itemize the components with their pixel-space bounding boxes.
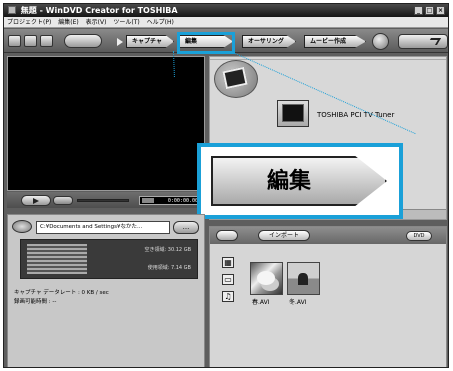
- capture-status: キャプチャ データレート : 0 KB / sec 録画可能時間 : --: [14, 289, 109, 307]
- audio-filter-icon[interactable]: ♫: [222, 291, 234, 302]
- zoom-callout: 編集: [197, 143, 403, 219]
- media-library: インポート DVD ▦ ▭ ♫ 春.AVI 冬.AVI: [209, 226, 447, 367]
- app-icon: [8, 6, 16, 14]
- menu-help[interactable]: ヘルプ(H): [147, 19, 174, 26]
- disc-burn-button[interactable]: [372, 33, 389, 50]
- free-space-text: 空き領域: 30.12 GB: [144, 247, 191, 253]
- tuner-device-icon[interactable]: [277, 100, 309, 127]
- menu-edit[interactable]: 編集(E): [58, 19, 78, 26]
- close-button[interactable]: ×: [436, 6, 445, 15]
- dvd-button[interactable]: DVD: [406, 231, 432, 241]
- maximize-button[interactable]: □: [425, 6, 434, 15]
- timecode-display: 0:00:00.00: [139, 196, 201, 205]
- capture-info-panel: C:¥Documents and Settings¥なかた... ... 空き領…: [7, 214, 205, 367]
- play-button[interactable]: [21, 195, 51, 206]
- media-name: 春.AVI: [252, 299, 270, 306]
- menu-tools[interactable]: ツール(T): [113, 19, 139, 26]
- menu-view[interactable]: 表示(V): [86, 19, 107, 26]
- image-filter-icon[interactable]: ▭: [222, 274, 234, 285]
- library-folder-button[interactable]: [216, 230, 238, 241]
- tv-icon: [222, 66, 248, 90]
- media-thumbnail[interactable]: [287, 262, 320, 295]
- zoomed-edit-button: 編集: [211, 156, 387, 206]
- player-controls: 0:00:00.00: [7, 192, 205, 208]
- minimize-button[interactable]: _: [414, 6, 423, 15]
- undo-redo-toggle[interactable]: [64, 34, 102, 48]
- video-filter-icon[interactable]: ▦: [222, 257, 234, 268]
- used-space-text: 使用領域: 7.14 GB: [147, 265, 191, 271]
- media-thumbnail[interactable]: [250, 262, 283, 295]
- recordable-time-text: 録画可能時間 : --: [14, 299, 57, 305]
- open-project-button[interactable]: [24, 35, 37, 47]
- media-name: 冬.AVI: [289, 299, 307, 306]
- disk-space-meter: 空き領域: 30.12 GB 使用領域: 7.14 GB: [20, 239, 198, 279]
- library-toolbar: インポート DVD: [210, 227, 446, 244]
- disk-icon: [12, 220, 32, 233]
- edit-button-highlight: [177, 32, 235, 54]
- play-icon: [33, 198, 39, 204]
- play-arrow-icon: [117, 38, 123, 46]
- browse-folder-button[interactable]: ...: [173, 221, 199, 234]
- menu-bar: プロジェクト(P) 編集(E) 表示(V) ツール(T) ヘルプ(H): [4, 17, 448, 28]
- mode-authoring-button[interactable]: オーサリング: [242, 35, 296, 48]
- seek-bar[interactable]: [77, 199, 129, 202]
- data-rate-text: キャプチャ データレート : 0 KB / sec: [14, 290, 109, 296]
- settings-button[interactable]: [398, 34, 448, 49]
- title-bar: 無題 - WinDVD Creator for TOSHIBA _ □ ×: [4, 4, 448, 17]
- menu-project[interactable]: プロジェクト(P): [7, 19, 51, 26]
- mode-make-movie-button[interactable]: ムービー作成: [304, 35, 366, 48]
- disk-meter-bars: [27, 244, 87, 274]
- video-preview: [7, 56, 205, 191]
- tv-screen-icon: [282, 104, 304, 122]
- tv-source-icon[interactable]: [214, 60, 258, 98]
- new-project-button[interactable]: [8, 35, 21, 47]
- mode-capture-button[interactable]: キャプチャ: [126, 35, 174, 48]
- window-title: 無題 - WinDVD Creator for TOSHIBA: [20, 6, 178, 15]
- capture-path-field[interactable]: C:¥Documents and Settings¥なかた...: [36, 221, 170, 234]
- check-icon: [426, 38, 442, 45]
- window-controls: _ □ ×: [414, 6, 445, 15]
- stop-button[interactable]: [53, 196, 73, 205]
- panel-divider: [210, 59, 446, 60]
- import-button[interactable]: インポート: [258, 230, 310, 241]
- save-project-button[interactable]: [40, 35, 53, 47]
- app-window: 無題 - WinDVD Creator for TOSHIBA _ □ × プロ…: [3, 3, 449, 368]
